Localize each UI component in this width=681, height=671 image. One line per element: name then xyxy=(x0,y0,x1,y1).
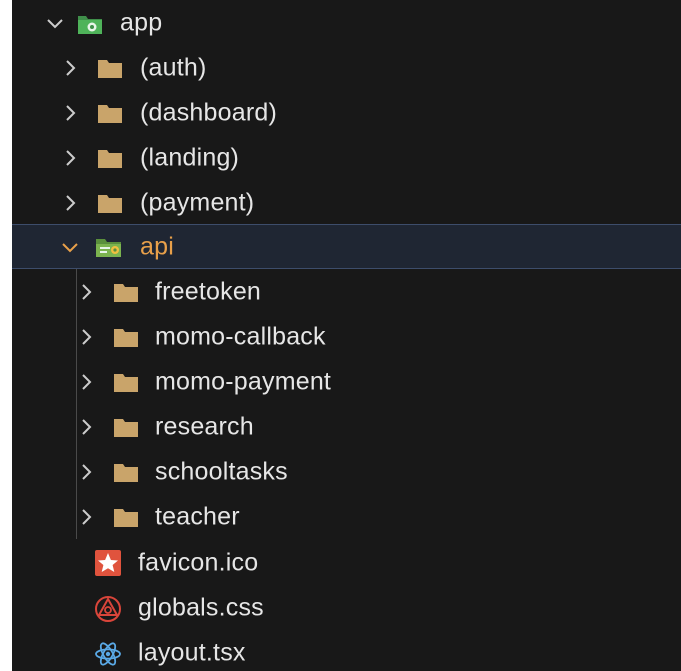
folder-icon xyxy=(96,100,124,126)
tree-item-label: (payment) xyxy=(140,188,255,216)
api-folder-icon xyxy=(94,234,122,260)
tree-item-label: teacher xyxy=(155,502,240,530)
tree-item-label: schooltasks xyxy=(155,457,288,485)
tree-item-label: freetoken xyxy=(155,277,262,305)
tree-item-label: favicon.ico xyxy=(138,548,259,576)
file-explorer-tree: app (auth) (dashboard) (landing) (paymen… xyxy=(12,0,681,671)
chevron-right-icon[interactable] xyxy=(75,371,97,393)
tree-item-label: globals.css xyxy=(138,593,264,621)
tree-item-label: layout.tsx xyxy=(138,638,246,666)
folder-icon xyxy=(96,145,124,171)
css-file-icon xyxy=(94,595,122,622)
tree-item-momo-payment[interactable]: momo-payment xyxy=(12,359,681,404)
folder-icon xyxy=(112,324,140,350)
react-file-icon xyxy=(94,640,122,666)
chevron-right-icon[interactable] xyxy=(59,192,81,214)
tree-item-label: momo-payment xyxy=(155,367,332,395)
folder-icon xyxy=(112,414,140,440)
chevron-down-icon[interactable] xyxy=(59,236,81,258)
tree-item-landing[interactable]: (landing) xyxy=(12,135,681,180)
tree-item-schooltasks[interactable]: schooltasks xyxy=(12,449,681,494)
folder-icon xyxy=(96,190,124,216)
chevron-right-icon[interactable] xyxy=(59,102,81,124)
tree-item-label: (auth) xyxy=(140,53,207,81)
chevron-right-icon[interactable] xyxy=(59,147,81,169)
tree-item-research[interactable]: research xyxy=(12,404,681,449)
tree-item-label: (dashboard) xyxy=(140,98,278,126)
tree-item-label: app xyxy=(120,8,163,36)
folder-icon xyxy=(112,279,140,305)
folder-icon xyxy=(112,504,140,530)
tree-item-momo-callback[interactable]: momo-callback xyxy=(12,314,681,359)
tree-item-label: research xyxy=(155,412,254,440)
tree-item-auth[interactable]: (auth) xyxy=(12,45,681,90)
tree-item-freetoken[interactable]: freetoken xyxy=(12,269,681,314)
tree-item-dashboard[interactable]: (dashboard) xyxy=(12,90,681,135)
folder-icon xyxy=(112,369,140,395)
tree-item-payment[interactable]: (payment) xyxy=(12,180,681,225)
tree-item-label: (landing) xyxy=(140,143,240,171)
folder-icon xyxy=(112,459,140,485)
app-folder-icon xyxy=(76,10,104,36)
tree-item-app[interactable]: app xyxy=(12,0,681,45)
chevron-right-icon[interactable] xyxy=(75,281,97,303)
tree-item-api[interactable]: api xyxy=(12,224,681,269)
chevron-right-icon[interactable] xyxy=(75,506,97,528)
chevron-right-icon[interactable] xyxy=(75,461,97,483)
tree-item-label: momo-callback xyxy=(155,322,326,350)
tree-item-globals-css[interactable]: globals.css xyxy=(12,585,681,630)
tree-item-teacher[interactable]: teacher xyxy=(12,494,681,539)
tree-item-layout-tsx[interactable]: layout.tsx xyxy=(12,630,681,671)
star-file-icon xyxy=(94,549,122,576)
chevron-down-icon[interactable] xyxy=(44,12,66,34)
chevron-right-icon[interactable] xyxy=(75,416,97,438)
tree-item-label: api xyxy=(140,232,174,260)
tree-item-favicon[interactable]: favicon.ico xyxy=(12,540,681,585)
chevron-right-icon[interactable] xyxy=(75,326,97,348)
folder-icon xyxy=(96,55,124,81)
chevron-right-icon[interactable] xyxy=(59,57,81,79)
